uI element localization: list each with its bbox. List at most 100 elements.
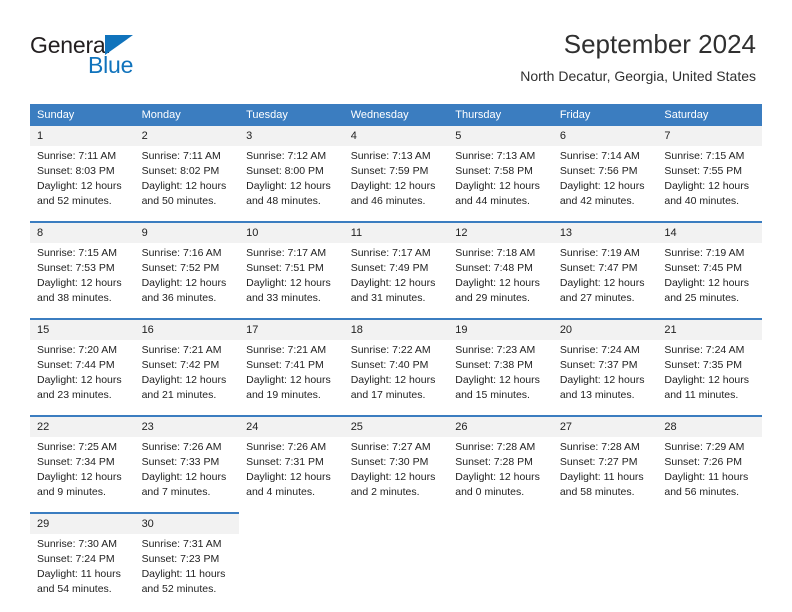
day-number[interactable]: 18 bbox=[343, 318, 449, 340]
daylight-text-line1: Daylight: 12 hours bbox=[37, 277, 122, 289]
day-number[interactable]: 15 bbox=[30, 318, 135, 340]
day-cell[interactable]: Sunrise: 7:14 AM Sunset: 7:56 PM Dayligh… bbox=[552, 146, 658, 222]
day-number[interactable]: 12 bbox=[448, 221, 553, 243]
day-number[interactable]: 8 bbox=[30, 221, 135, 243]
daylight-text-line1: Daylight: 11 hours bbox=[664, 471, 749, 483]
sunset-text: Sunset: 8:03 PM bbox=[37, 165, 115, 177]
sunrise-text: Sunrise: 7:27 AM bbox=[350, 441, 431, 453]
sunset-text: Sunset: 7:42 PM bbox=[141, 359, 220, 371]
daylight-text-line1: Daylight: 12 hours bbox=[246, 471, 331, 483]
day-number[interactable]: 13 bbox=[552, 221, 658, 243]
day-number[interactable]: 19 bbox=[448, 318, 553, 340]
day-number[interactable]: 2 bbox=[134, 126, 240, 146]
daylight-text-line2: and 27 minutes. bbox=[559, 292, 635, 304]
day-number[interactable]: 17 bbox=[239, 318, 344, 340]
day-cell-empty bbox=[552, 534, 658, 609]
day-cell[interactable]: Sunrise: 7:28 AM Sunset: 7:28 PM Dayligh… bbox=[448, 437, 553, 513]
day-number[interactable]: 28 bbox=[657, 415, 762, 437]
day-cell[interactable]: Sunrise: 7:15 AM Sunset: 7:55 PM Dayligh… bbox=[657, 146, 762, 222]
week-row-daynums: 8 9 10 11 12 13 14 bbox=[30, 221, 762, 243]
day-cell[interactable]: Sunrise: 7:23 AM Sunset: 7:38 PM Dayligh… bbox=[448, 340, 553, 416]
day-cell[interactable]: Sunrise: 7:25 AM Sunset: 7:34 PM Dayligh… bbox=[30, 437, 135, 513]
sunset-text: Sunset: 7:27 PM bbox=[559, 456, 638, 468]
daylight-text-line2: and 44 minutes. bbox=[455, 195, 530, 207]
day-number[interactable]: 6 bbox=[552, 126, 658, 146]
day-number[interactable]: 25 bbox=[343, 415, 449, 437]
sunrise-text: Sunrise: 7:28 AM bbox=[559, 441, 640, 453]
day-number[interactable]: 9 bbox=[134, 221, 240, 243]
day-number[interactable]: 1 bbox=[30, 126, 135, 146]
day-number[interactable]: 7 bbox=[657, 126, 762, 146]
daylight-text-line2: and 29 minutes. bbox=[455, 292, 530, 304]
day-cell[interactable]: Sunrise: 7:19 AM Sunset: 7:47 PM Dayligh… bbox=[552, 243, 658, 319]
day-number[interactable]: 10 bbox=[239, 221, 344, 243]
day-cell[interactable]: Sunrise: 7:24 AM Sunset: 7:35 PM Dayligh… bbox=[657, 340, 762, 416]
sunrise-text: Sunrise: 7:13 AM bbox=[455, 150, 536, 162]
sunrise-text: Sunrise: 7:18 AM bbox=[455, 247, 536, 259]
day-cell[interactable]: Sunrise: 7:21 AM Sunset: 7:42 PM Dayligh… bbox=[134, 340, 240, 416]
day-cell[interactable]: Sunrise: 7:31 AM Sunset: 7:23 PM Dayligh… bbox=[134, 534, 240, 609]
day-cell[interactable]: Sunrise: 7:29 AM Sunset: 7:26 PM Dayligh… bbox=[657, 437, 762, 513]
sunset-text: Sunset: 7:44 PM bbox=[37, 359, 115, 371]
day-cell[interactable]: Sunrise: 7:16 AM Sunset: 7:52 PM Dayligh… bbox=[134, 243, 240, 319]
day-number[interactable]: 4 bbox=[343, 126, 449, 146]
day-cell[interactable]: Sunrise: 7:24 AM Sunset: 7:37 PM Dayligh… bbox=[552, 340, 658, 416]
daylight-text-line2: and 42 minutes. bbox=[559, 195, 635, 207]
sunrise-text: Sunrise: 7:30 AM bbox=[37, 538, 117, 550]
daylight-text-line1: Daylight: 12 hours bbox=[350, 374, 436, 386]
day-number-empty bbox=[657, 513, 762, 534]
day-cell[interactable]: Sunrise: 7:18 AM Sunset: 7:48 PM Dayligh… bbox=[448, 243, 553, 319]
daylight-text-line2: and 21 minutes. bbox=[141, 389, 217, 401]
day-number[interactable]: 30 bbox=[134, 512, 240, 534]
day-number[interactable]: 26 bbox=[448, 415, 553, 437]
week-row-daynums: 22 23 24 25 26 27 28 bbox=[30, 415, 762, 437]
daylight-text-line1: Daylight: 12 hours bbox=[664, 374, 750, 386]
general-blue-logo[interactable]: General Blue bbox=[30, 32, 210, 82]
day-number[interactable]: 27 bbox=[552, 415, 658, 437]
day-number[interactable]: 23 bbox=[134, 415, 240, 437]
week-row-details: Sunrise: 7:20 AM Sunset: 7:44 PM Dayligh… bbox=[30, 340, 762, 416]
day-number[interactable]: 29 bbox=[30, 512, 135, 534]
day-number[interactable]: 5 bbox=[448, 126, 553, 146]
day-cell[interactable]: Sunrise: 7:13 AM Sunset: 7:59 PM Dayligh… bbox=[343, 146, 449, 222]
day-cell[interactable]: Sunrise: 7:22 AM Sunset: 7:40 PM Dayligh… bbox=[343, 340, 449, 416]
day-number[interactable]: 3 bbox=[239, 126, 344, 146]
day-cell[interactable]: Sunrise: 7:26 AM Sunset: 7:33 PM Dayligh… bbox=[134, 437, 240, 513]
sunrise-text: Sunrise: 7:29 AM bbox=[664, 441, 745, 453]
day-cell[interactable]: Sunrise: 7:13 AM Sunset: 7:58 PM Dayligh… bbox=[448, 146, 553, 222]
day-cell[interactable]: Sunrise: 7:11 AM Sunset: 8:02 PM Dayligh… bbox=[134, 146, 240, 222]
day-cell[interactable]: Sunrise: 7:12 AM Sunset: 8:00 PM Dayligh… bbox=[239, 146, 344, 222]
day-cell[interactable]: Sunrise: 7:19 AM Sunset: 7:45 PM Dayligh… bbox=[657, 243, 762, 319]
daylight-text-line1: Daylight: 12 hours bbox=[246, 277, 331, 289]
page-subtitle: North Decatur, Georgia, United States bbox=[520, 68, 756, 84]
day-cell[interactable]: Sunrise: 7:21 AM Sunset: 7:41 PM Dayligh… bbox=[239, 340, 344, 416]
sunrise-text: Sunrise: 7:28 AM bbox=[455, 441, 536, 453]
day-number[interactable]: 16 bbox=[134, 318, 240, 340]
day-cell[interactable]: Sunrise: 7:11 AM Sunset: 8:03 PM Dayligh… bbox=[30, 146, 135, 222]
day-cell[interactable]: Sunrise: 7:30 AM Sunset: 7:24 PM Dayligh… bbox=[30, 534, 135, 609]
day-cell[interactable]: Sunrise: 7:28 AM Sunset: 7:27 PM Dayligh… bbox=[552, 437, 658, 513]
day-number[interactable]: 11 bbox=[343, 221, 449, 243]
day-cell[interactable]: Sunrise: 7:17 AM Sunset: 7:51 PM Dayligh… bbox=[239, 243, 344, 319]
day-cell[interactable]: Sunrise: 7:26 AM Sunset: 7:31 PM Dayligh… bbox=[239, 437, 344, 513]
daylight-text-line1: Daylight: 12 hours bbox=[350, 277, 436, 289]
day-cell[interactable]: Sunrise: 7:27 AM Sunset: 7:30 PM Dayligh… bbox=[343, 437, 449, 513]
day-cell[interactable]: Sunrise: 7:15 AM Sunset: 7:53 PM Dayligh… bbox=[30, 243, 135, 319]
day-cell-empty bbox=[343, 534, 449, 609]
daylight-text-line1: Daylight: 11 hours bbox=[37, 568, 121, 580]
weekday-header-sunday: Sunday bbox=[30, 104, 135, 126]
sunrise-text: Sunrise: 7:21 AM bbox=[246, 344, 327, 356]
day-number[interactable]: 21 bbox=[657, 318, 762, 340]
day-number[interactable]: 22 bbox=[30, 415, 135, 437]
day-number[interactable]: 14 bbox=[657, 221, 762, 243]
weekday-header-thursday: Thursday bbox=[448, 104, 553, 126]
sunset-text: Sunset: 8:00 PM bbox=[246, 165, 324, 177]
day-cell[interactable]: Sunrise: 7:17 AM Sunset: 7:49 PM Dayligh… bbox=[343, 243, 449, 319]
day-cell[interactable]: Sunrise: 7:20 AM Sunset: 7:44 PM Dayligh… bbox=[30, 340, 135, 416]
weekday-header-wednesday: Wednesday bbox=[343, 104, 449, 126]
day-number[interactable]: 24 bbox=[239, 415, 344, 437]
daylight-text-line2: and 23 minutes. bbox=[37, 389, 112, 401]
day-number[interactable]: 20 bbox=[552, 318, 658, 340]
daylight-text-line2: and 36 minutes. bbox=[141, 292, 217, 304]
daylight-text-line1: Daylight: 12 hours bbox=[141, 374, 227, 386]
